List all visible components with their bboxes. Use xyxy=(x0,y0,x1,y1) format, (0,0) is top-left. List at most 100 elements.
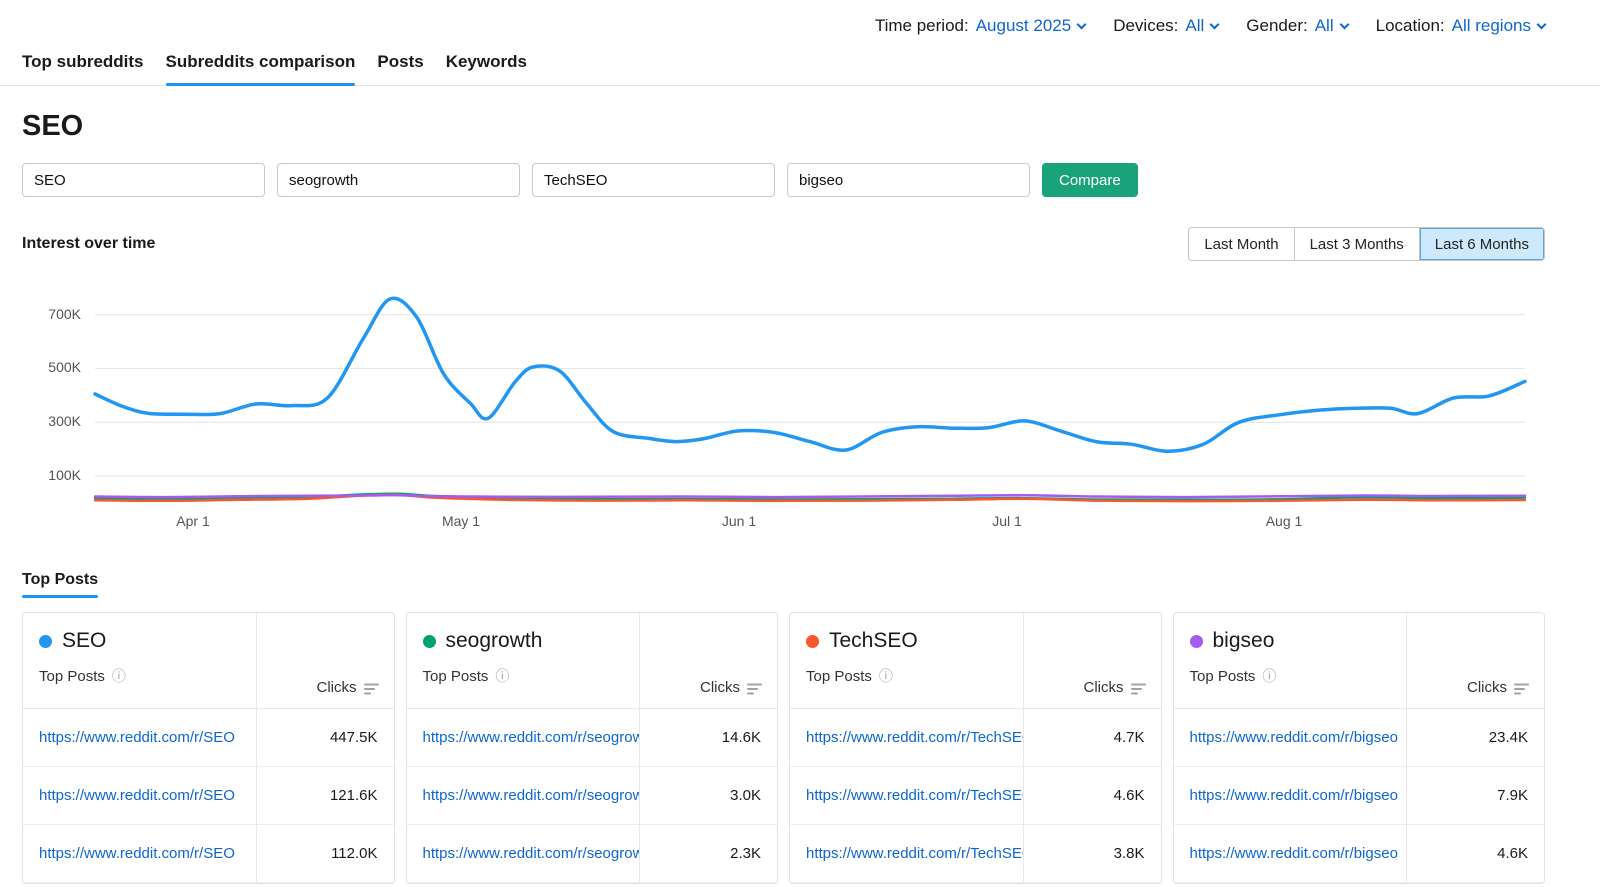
interest-section-header: Interest over time Last Month Last 3 Mon… xyxy=(22,227,1545,261)
top-posts-card-techseo: TechSEO Top Posts ⓘ Clicks https://www.r… xyxy=(789,612,1162,884)
sort-icon[interactable] xyxy=(364,682,380,696)
subreddit-input-4[interactable] xyxy=(787,163,1030,197)
subreddit-color-dot xyxy=(806,635,819,648)
tab-keywords[interactable]: Keywords xyxy=(446,52,527,85)
filters-bar: Time period: August 2025 Devices: All Ge… xyxy=(0,0,1600,36)
top-posts-column-label: Top Posts xyxy=(39,668,105,685)
range-last-3-months-button[interactable]: Last 3 Months xyxy=(1294,228,1419,260)
post-link[interactable]: https://www.reddit.com/r/seogrowth xyxy=(423,845,640,862)
post-clicks-value: 3.0K xyxy=(639,767,777,825)
post-clicks-value: 7.9K xyxy=(1406,767,1544,825)
top-posts-card-seogrowth: seogrowth Top Posts ⓘ Clicks https://www… xyxy=(406,612,779,884)
filter-gender[interactable]: Gender: All xyxy=(1246,16,1347,36)
card-header: bigseo Top Posts ⓘ xyxy=(1174,613,1407,709)
post-url-cell: https://www.reddit.com/r/seogrowth xyxy=(407,709,640,767)
subreddit-input-1[interactable] xyxy=(22,163,265,197)
y-axis-tick: 500K xyxy=(23,359,81,375)
subreddit-color-dot xyxy=(39,635,52,648)
subreddit-name-row: bigseo xyxy=(1190,629,1407,653)
post-clicks-value: 2.3K xyxy=(639,825,777,883)
filter-location[interactable]: Location: All regions xyxy=(1376,16,1545,36)
post-link[interactable]: https://www.reddit.com/r/TechSEO xyxy=(806,845,1023,862)
clicks-column-header: Clicks xyxy=(639,613,777,709)
subreddit-name: SEO xyxy=(62,629,106,653)
y-axis-tick: 300K xyxy=(23,413,81,429)
filter-value: August 2025 xyxy=(976,16,1071,36)
post-link[interactable]: https://www.reddit.com/r/SEO xyxy=(39,729,235,746)
post-link[interactable]: https://www.reddit.com/r/TechSEO xyxy=(806,787,1023,804)
info-icon[interactable]: ⓘ xyxy=(495,666,509,686)
post-clicks-value: 4.6K xyxy=(1406,825,1544,883)
clicks-column-header: Clicks xyxy=(1023,613,1161,709)
post-url-cell: https://www.reddit.com/r/TechSEO xyxy=(790,709,1023,767)
y-axis-tick: 100K xyxy=(23,467,81,483)
x-axis-tick: Jul 1 xyxy=(992,513,1022,529)
post-url-cell: https://www.reddit.com/r/SEO xyxy=(23,825,256,883)
filter-value: All xyxy=(1185,16,1204,36)
post-clicks-value: 4.7K xyxy=(1023,709,1161,767)
x-axis-tick: Aug 1 xyxy=(1266,513,1303,529)
post-link[interactable]: https://www.reddit.com/r/SEO xyxy=(39,845,235,862)
clicks-column-label: Clicks xyxy=(1084,679,1124,696)
interest-chart: 700K 500K 300K 100K Apr 1 May 1 Jun 1 Ju… xyxy=(95,285,1525,537)
clicks-column-label: Clicks xyxy=(1467,679,1507,696)
x-axis-tick: Jun 1 xyxy=(722,513,756,529)
post-clicks-value: 14.6K xyxy=(639,709,777,767)
range-last-6-months-button[interactable]: Last 6 Months xyxy=(1419,228,1544,260)
subreddit-name: TechSEO xyxy=(829,629,918,653)
filter-value: All regions xyxy=(1452,16,1531,36)
filter-time-period[interactable]: Time period: August 2025 xyxy=(875,16,1085,36)
top-posts-card-bigseo: bigseo Top Posts ⓘ Clicks https://www.re… xyxy=(1173,612,1546,884)
post-link[interactable]: https://www.reddit.com/r/seogrowth xyxy=(423,787,640,804)
top-posts-cards: SEO Top Posts ⓘ Clicks https://www.reddi… xyxy=(22,612,1545,884)
post-url-cell: https://www.reddit.com/r/bigseo xyxy=(1174,709,1407,767)
post-url-cell: https://www.reddit.com/r/seogrowth xyxy=(407,767,640,825)
post-link[interactable]: https://www.reddit.com/r/bigseo xyxy=(1190,787,1398,804)
chevron-down-icon xyxy=(1537,19,1547,29)
subreddit-name-row: SEO xyxy=(39,629,256,653)
tab-top-subreddits[interactable]: Top subreddits xyxy=(22,52,144,85)
top-posts-column-label: Top Posts xyxy=(423,668,489,685)
subreddit-name: seogrowth xyxy=(446,629,543,653)
post-link[interactable]: https://www.reddit.com/r/bigseo xyxy=(1190,845,1398,862)
post-url-cell: https://www.reddit.com/r/SEO xyxy=(23,767,256,825)
filter-label: Time period: xyxy=(875,16,969,36)
chart-plot-area: Apr 1 May 1 Jun 1 Jul 1 Aug 1 xyxy=(95,285,1525,503)
top-posts-column-header: Top Posts ⓘ xyxy=(423,666,640,686)
post-url-cell: https://www.reddit.com/r/SEO xyxy=(23,709,256,767)
clicks-column-label: Clicks xyxy=(317,679,357,696)
post-link[interactable]: https://www.reddit.com/r/TechSEO xyxy=(806,729,1023,746)
post-link[interactable]: https://www.reddit.com/r/SEO xyxy=(39,787,235,804)
post-link[interactable]: https://www.reddit.com/r/seogrowth xyxy=(423,729,640,746)
interest-title: Interest over time xyxy=(22,235,155,253)
clicks-column-header: Clicks xyxy=(256,613,394,709)
subreddit-input-3[interactable] xyxy=(532,163,775,197)
info-icon[interactable]: ⓘ xyxy=(112,666,126,686)
post-clicks-value: 447.5K xyxy=(256,709,394,767)
post-url-cell: https://www.reddit.com/r/seogrowth xyxy=(407,825,640,883)
x-axis-tick: Apr 1 xyxy=(176,513,209,529)
top-posts-tab[interactable]: Top Posts xyxy=(22,571,98,598)
filter-label: Devices: xyxy=(1113,16,1178,36)
sort-icon[interactable] xyxy=(747,682,763,696)
y-axis-tick: 700K xyxy=(23,306,81,322)
tab-posts[interactable]: Posts xyxy=(377,52,423,85)
post-link[interactable]: https://www.reddit.com/r/bigseo xyxy=(1190,729,1398,746)
range-last-month-button[interactable]: Last Month xyxy=(1189,228,1293,260)
compare-button[interactable]: Compare xyxy=(1042,163,1138,197)
top-posts-column-header: Top Posts ⓘ xyxy=(806,666,1023,686)
info-icon[interactable]: ⓘ xyxy=(879,666,893,686)
top-posts-card-seo: SEO Top Posts ⓘ Clicks https://www.reddi… xyxy=(22,612,395,884)
subreddit-name-row: TechSEO xyxy=(806,629,1023,653)
top-posts-column-label: Top Posts xyxy=(1190,668,1256,685)
subreddit-input-2[interactable] xyxy=(277,163,520,197)
post-url-cell: https://www.reddit.com/r/bigseo xyxy=(1174,767,1407,825)
filter-devices[interactable]: Devices: All xyxy=(1113,16,1218,36)
info-icon[interactable]: ⓘ xyxy=(1262,666,1276,686)
filter-label: Gender: xyxy=(1246,16,1307,36)
sort-icon[interactable] xyxy=(1514,682,1530,696)
x-axis-tick: May 1 xyxy=(442,513,480,529)
sort-icon[interactable] xyxy=(1131,682,1147,696)
tab-subreddits-comparison[interactable]: Subreddits comparison xyxy=(166,52,356,85)
subreddit-name: bigseo xyxy=(1213,629,1275,653)
